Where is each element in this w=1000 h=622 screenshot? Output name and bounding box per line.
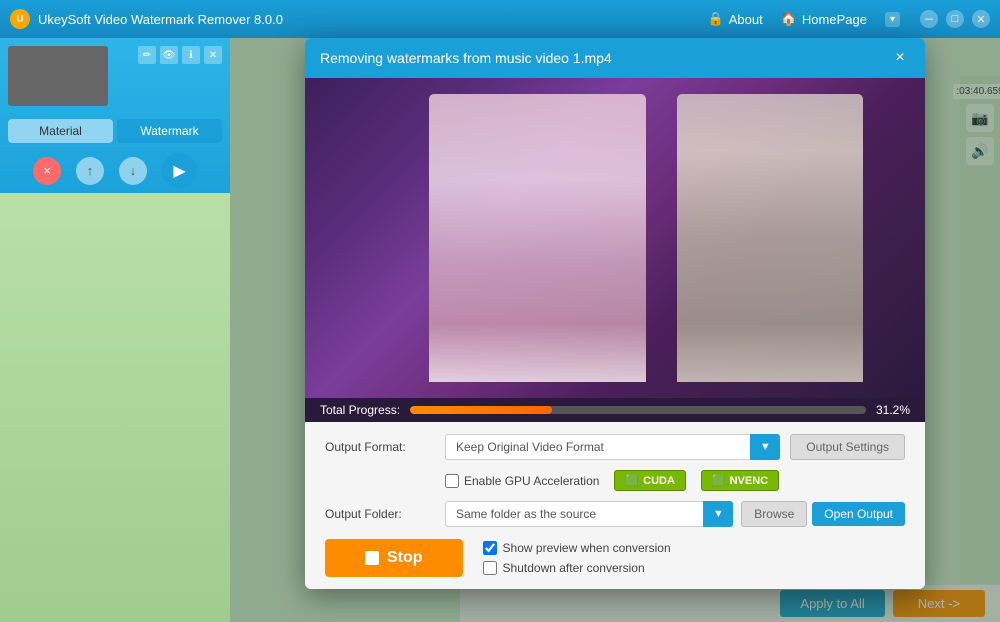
video-background: [305, 78, 925, 398]
nav-homepage[interactable]: 🏠 HomePage: [781, 11, 867, 27]
edit-icon-btn[interactable]: ✏: [138, 46, 156, 64]
format-select[interactable]: Keep Original Video Format: [445, 434, 780, 460]
main-layout: ✏ 👁 ℹ ✕ Material Watermark × ↑ ↓: [0, 38, 1000, 622]
nvenc-badge[interactable]: 🟩 NVENC: [701, 470, 779, 491]
output-format-label: Output Format:: [325, 440, 445, 454]
stop-icon: [365, 551, 379, 565]
titlebar: U UkeySoft Video Watermark Remover 8.0.0…: [0, 0, 1000, 38]
move-up-button[interactable]: ↑: [76, 157, 104, 185]
dialog-controls: Output Format: Keep Original Video Forma…: [305, 422, 925, 589]
shutdown-checkbox[interactable]: [483, 561, 497, 575]
nvenc-icon: 🟩: [712, 474, 726, 487]
sidebar-tabs: Material Watermark: [8, 119, 222, 143]
dialog-overlay: Removing watermarks from music video 1.m…: [230, 38, 1000, 622]
show-preview-label[interactable]: Show preview when conversion: [503, 541, 671, 555]
browse-button[interactable]: Browse: [741, 501, 807, 527]
close-icon-btn[interactable]: ✕: [204, 46, 222, 64]
watermark-tab-label: Watermark: [140, 124, 198, 138]
cuda-label: CUDA: [643, 475, 675, 487]
app-logo: U: [10, 9, 30, 29]
video-scene: [305, 78, 925, 398]
tab-material[interactable]: Material: [8, 119, 113, 143]
video-preview: [305, 78, 925, 398]
output-folder-row: Output Folder: Same folder as the source…: [325, 501, 905, 527]
sidebar-top: ✏ 👁 ℹ ✕: [0, 38, 230, 114]
info-icon-btn[interactable]: ℹ: [182, 46, 200, 64]
output-settings-button[interactable]: Output Settings: [790, 434, 905, 460]
sidebar: ✏ 👁 ℹ ✕ Material Watermark × ↑ ↓: [0, 38, 230, 622]
sidebar-icon-group: ✏ 👁 ℹ ✕: [138, 46, 222, 64]
show-preview-option: Show preview when conversion: [483, 541, 671, 555]
content-area: :03:40.659 📷 🔊 Removing watermarks from …: [230, 38, 1000, 622]
bottom-action-row: Stop Show preview when conversion Shutdo…: [325, 539, 905, 577]
conversion-dialog: Removing watermarks from music video 1.m…: [305, 38, 925, 589]
nvenc-label: NVENC: [730, 475, 769, 487]
cuda-icon: 🟩: [625, 474, 639, 487]
progress-percentage: 31.2%: [876, 403, 910, 417]
material-tab-label: Material: [39, 124, 82, 138]
sidebar-actions: × ↑ ↓ ▶: [0, 148, 230, 193]
delete-button[interactable]: ×: [33, 157, 61, 185]
minimize-button[interactable]: －: [920, 10, 938, 28]
gpu-label[interactable]: Enable GPU Acceleration: [464, 474, 599, 488]
output-folder-label: Output Folder:: [325, 507, 445, 521]
maximize-button[interactable]: □: [946, 10, 964, 28]
video-thumbnail: [8, 46, 108, 106]
home-icon: 🏠: [781, 11, 797, 27]
dropdown-arrow: ▾: [890, 14, 895, 25]
stop-button[interactable]: Stop: [325, 539, 463, 577]
window-controls: － □ ✕: [920, 10, 990, 28]
preview-checkbox[interactable]: [483, 541, 497, 555]
nav-about[interactable]: 🔒 About: [708, 11, 763, 27]
gpu-checkbox[interactable]: [445, 474, 459, 488]
gpu-checkbox-wrap: Enable GPU Acceleration: [445, 474, 599, 488]
logo-letter: U: [16, 14, 23, 25]
move-down-button[interactable]: ↓: [119, 157, 147, 185]
eye-icon-btn[interactable]: 👁: [160, 46, 178, 64]
progress-bar-area: Total Progress: 31.2%: [305, 398, 925, 422]
dialog-close-button[interactable]: ×: [890, 48, 910, 68]
progress-track: [410, 406, 866, 414]
cuda-badge[interactable]: 🟩 CUDA: [614, 470, 685, 491]
gpu-row: Enable GPU Acceleration 🟩 CUDA 🟩 NVENC: [325, 470, 905, 491]
shutdown-option: Shutdown after conversion: [483, 561, 671, 575]
right-options: Show preview when conversion Shutdown af…: [483, 541, 671, 575]
play-button[interactable]: ▶: [162, 153, 197, 188]
sidebar-content: [0, 193, 230, 622]
progress-label: Total Progress:: [320, 403, 400, 417]
dialog-header: Removing watermarks from music video 1.m…: [305, 38, 925, 78]
progress-fill: [410, 406, 552, 414]
format-select-wrapper: Keep Original Video Format ▼: [445, 434, 780, 460]
homepage-label: HomePage: [802, 12, 867, 27]
folder-select[interactable]: Same folder as the source: [445, 501, 733, 527]
close-button[interactable]: ✕: [972, 10, 990, 28]
tab-watermark[interactable]: Watermark: [117, 119, 222, 143]
dialog-title: Removing watermarks from music video 1.m…: [320, 50, 612, 66]
open-output-button[interactable]: Open Output: [812, 502, 905, 526]
folder-select-wrapper: Same folder as the source ▼: [445, 501, 733, 527]
stop-label: Stop: [387, 549, 423, 567]
output-format-row: Output Format: Keep Original Video Forma…: [325, 434, 905, 460]
nav-dropdown[interactable]: ▾: [885, 12, 900, 27]
about-label: About: [729, 12, 763, 27]
titlebar-nav: 🔒 About 🏠 HomePage ▾: [708, 11, 900, 27]
lock-icon: 🔒: [708, 11, 724, 27]
app-title: UkeySoft Video Watermark Remover 8.0.0: [38, 12, 708, 27]
shutdown-label[interactable]: Shutdown after conversion: [503, 561, 645, 575]
